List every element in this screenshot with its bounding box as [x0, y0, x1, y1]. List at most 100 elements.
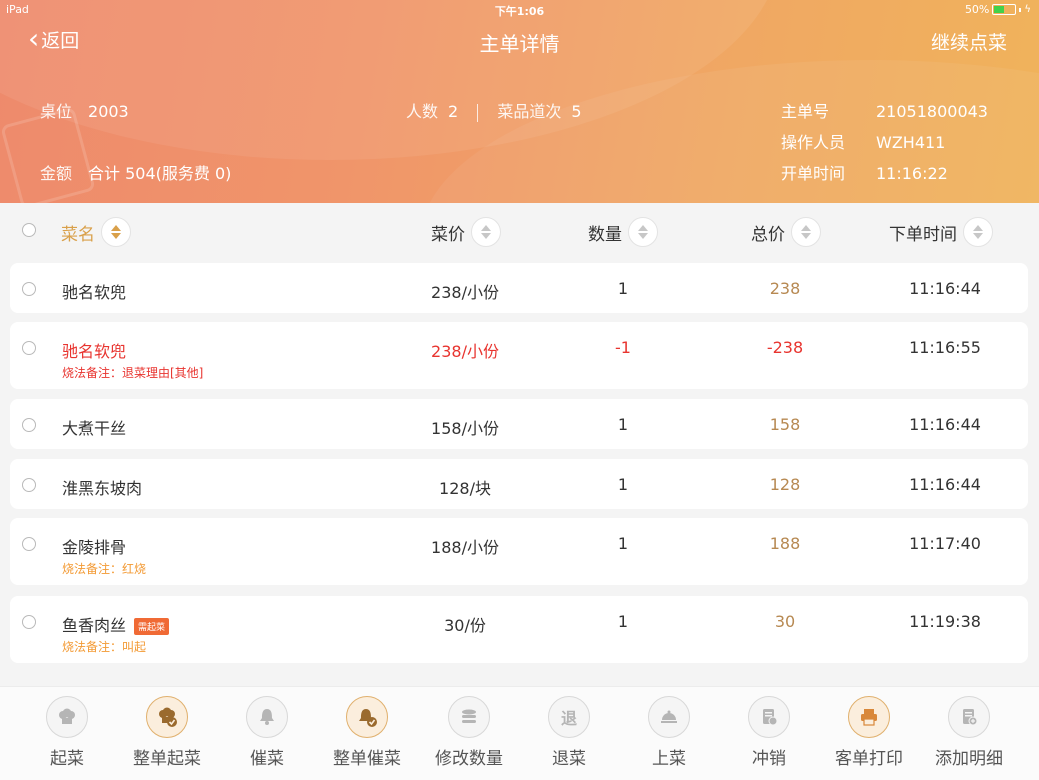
- dish-time: 11:16:44: [909, 475, 981, 494]
- dish-qty: 1: [617, 475, 629, 494]
- dish-total: 188: [769, 534, 801, 553]
- battery-icon: [992, 4, 1017, 15]
- dish-qty: 1: [617, 415, 629, 434]
- table-row[interactable]: 驰名软兜 238/小份 1 238 11:16:44: [10, 263, 1028, 313]
- print-receipt-button[interactable]: 客单打印: [819, 696, 919, 769]
- dish-total: 128: [769, 475, 801, 494]
- sort-up-icon: [111, 225, 121, 231]
- dish-price: 188/小份: [431, 538, 499, 557]
- continue-order-button[interactable]: 继续点菜: [931, 28, 1007, 55]
- rush-all-button[interactable]: 整单催菜: [317, 696, 417, 769]
- sort-up-icon: [973, 225, 983, 231]
- tool-label: 客单打印: [835, 749, 903, 769]
- sort-price-button[interactable]: [471, 217, 501, 247]
- row-select-radio[interactable]: [22, 282, 36, 296]
- column-price-label: 菜价: [431, 224, 465, 245]
- open-time-value: 11:16:22: [876, 164, 948, 183]
- battery-percent: 50%: [964, 3, 990, 16]
- dish-qty: 1: [617, 612, 629, 631]
- table-row[interactable]: 淮黑东坡肉 128/块 1 128 11:16:44: [10, 459, 1028, 509]
- order-no-value: 21051800043: [876, 102, 988, 121]
- fire-all-button[interactable]: 整单起菜: [117, 696, 217, 769]
- serve-dish-button[interactable]: 上菜: [619, 696, 719, 769]
- operator-value: WZH411: [876, 133, 946, 152]
- people-info: 人数 2 菜品道次 5: [406, 98, 582, 122]
- rush-dish-button[interactable]: 催菜: [217, 696, 317, 769]
- dish-name: 大煮干丝: [62, 419, 127, 438]
- dish-time: 11:16:55: [909, 338, 981, 357]
- page-title: 主单详情: [479, 32, 560, 56]
- operator-label: 操作人员: [781, 133, 846, 152]
- charging-icon: ϟ: [1024, 4, 1031, 15]
- row-select-radio[interactable]: [22, 537, 36, 551]
- fire-dish-button[interactable]: 起菜: [17, 696, 117, 769]
- table-info: 桌位 2003: [40, 98, 129, 122]
- tool-label: 整单催菜: [333, 749, 401, 769]
- tool-label: 起菜: [50, 749, 84, 769]
- sort-time-button[interactable]: [963, 217, 993, 247]
- amount-value: 合计 504(服务费 0): [88, 164, 232, 183]
- add-detail-button[interactable]: 添加明细: [919, 696, 1019, 769]
- tool-label: 修改数量: [435, 749, 503, 769]
- order-header: iPad 下午1:06 50% ϟ ‹ 返回 主单详情 继续点菜 桌位 2003 …: [0, 0, 1039, 203]
- sort-down-icon: [111, 233, 121, 239]
- column-price: 菜价: [431, 217, 501, 247]
- sort-up-icon: [638, 225, 648, 231]
- add-detail-icon: [948, 696, 990, 738]
- people-label: 人数: [406, 102, 439, 121]
- table-row[interactable]: 金陵排骨 188/小份 1 188 11:17:40 烧法备注：红烧: [10, 518, 1028, 585]
- column-qty-label: 数量: [588, 224, 622, 245]
- return-dish-button[interactable]: 退 退菜: [519, 696, 619, 769]
- amount-label: 金额: [40, 164, 73, 183]
- dish-price: 238/小份: [431, 342, 499, 361]
- table-label: 桌位: [40, 102, 73, 121]
- row-select-radio[interactable]: [22, 615, 36, 629]
- needs-fire-badge: 需起菜: [134, 618, 170, 635]
- column-name-label: 菜名: [61, 224, 95, 245]
- edit-quantity-button[interactable]: 修改数量: [419, 696, 519, 769]
- bell-icon: [246, 696, 288, 738]
- column-total-label: 总价: [751, 224, 785, 245]
- table-row[interactable]: 驰名软兜 238/小份 -1 -238 11:16:55 烧法备注：退菜理由[其…: [10, 322, 1028, 389]
- dish-name-cell: 鱼香肉丝 需起菜: [62, 612, 170, 636]
- sort-down-icon: [801, 233, 811, 239]
- open-time-label: 开单时间: [781, 164, 846, 183]
- table-header: 菜名 菜价 数量 总价 下单时间: [0, 203, 1039, 255]
- sort-qty-button[interactable]: [628, 217, 658, 247]
- dish-price: 238/小份: [431, 283, 499, 302]
- dish-qty: 1: [617, 279, 629, 298]
- row-select-radio[interactable]: [22, 418, 36, 432]
- dish-total: 30: [774, 612, 796, 631]
- void-button[interactable]: 冲销: [719, 696, 819, 769]
- dish-note: 烧法备注：退菜理由[其他]: [62, 366, 204, 380]
- action-toolbar: 起菜 整单起菜 催菜 整单催菜 修改数量 退 退菜 上菜 冲销 客单打印 添加明…: [0, 686, 1039, 780]
- tool-label: 添加明细: [935, 749, 1003, 769]
- dish-total: 158: [769, 415, 801, 434]
- column-name: 菜名: [61, 217, 131, 247]
- dish-name: 淮黑东坡肉: [62, 479, 143, 498]
- dish-price: 128/块: [439, 479, 491, 498]
- dish-time: 11:17:40: [909, 534, 981, 553]
- status-time: 下午1:06: [494, 5, 545, 18]
- amount-info: 金额 合计 504(服务费 0): [40, 160, 231, 184]
- table-row[interactable]: 鱼香肉丝 需起菜 30/份 1 30 11:19:38 烧法备注：叫起: [10, 596, 1028, 663]
- stack-icon: [448, 696, 490, 738]
- void-doc-icon: [748, 696, 790, 738]
- table-value: 2003: [88, 102, 129, 121]
- row-select-radio[interactable]: [22, 341, 36, 355]
- select-all-radio[interactable]: [22, 223, 36, 237]
- dish-count-label: 菜品道次: [497, 102, 562, 121]
- table-row[interactable]: 大煮干丝 158/小份 1 158 11:16:44: [10, 399, 1028, 449]
- printer-icon: [848, 696, 890, 738]
- sort-name-button[interactable]: [101, 217, 131, 247]
- dish-time: 11:16:44: [909, 415, 981, 434]
- sort-total-button[interactable]: [791, 217, 821, 247]
- operator-info: 操作人员 WZH411: [781, 129, 945, 153]
- nav-bar: ‹ 返回 主单详情 继续点菜: [0, 22, 1039, 58]
- chef-hat-check-icon: [146, 696, 188, 738]
- dish-count-value: 5: [571, 102, 582, 121]
- row-select-radio[interactable]: [22, 478, 36, 492]
- dish-qty: 1: [617, 534, 629, 553]
- serve-cloche-icon: [648, 696, 690, 738]
- battery-tip: [1019, 7, 1022, 12]
